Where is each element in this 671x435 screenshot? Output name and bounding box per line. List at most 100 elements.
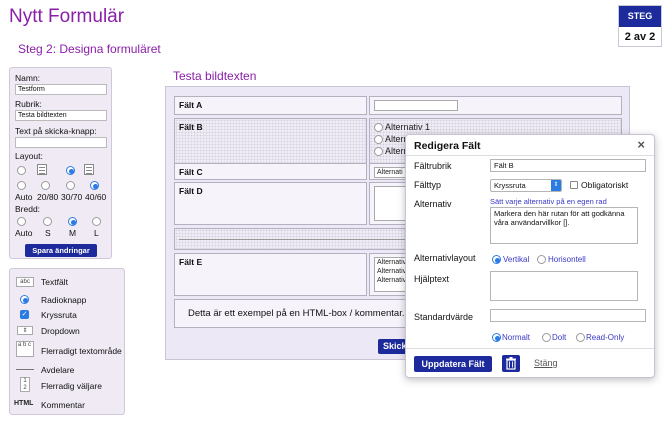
checkbox-icon[interactable]: ✓: [20, 310, 29, 319]
tool-radio[interactable]: Radioknapp: [41, 295, 86, 305]
tool-divider[interactable]: Avdelare: [41, 365, 74, 375]
divider-icon[interactable]: [16, 369, 34, 370]
field-title-label: Fältrubrik: [414, 161, 452, 171]
width-label: Bredd:: [15, 204, 41, 214]
layout-option-20-80: 20/80: [37, 192, 59, 202]
text-field-icon[interactable]: abc: [16, 277, 34, 287]
divider-line: [179, 239, 409, 240]
layout-radio-30-70[interactable]: [66, 181, 75, 190]
submit-text-label: Text på skicka-knapp:: [15, 126, 97, 136]
options-hint: Sätt varje alternativ på en egen rad: [490, 197, 607, 206]
close-icon[interactable]: ×: [637, 137, 645, 152]
width-option-l: L: [94, 228, 99, 238]
multi-select-icon[interactable]: 1 2: [20, 377, 30, 392]
field-toolbox: abc Textfält Radioknapp ✓ Kryssruta ⇕ Dr…: [9, 268, 125, 415]
visibility-readonly-radio[interactable]: [576, 333, 585, 342]
layout-radio-20-80[interactable]: [41, 181, 50, 190]
layout-vertical-radio[interactable]: [492, 255, 501, 264]
field-b-option-1: Alternativ 1: [385, 122, 431, 132]
tool-multiselect[interactable]: Flerradig väljare: [41, 381, 102, 391]
width-radio-m[interactable]: [68, 217, 77, 226]
step-title: Steg 2: Designa formuläret: [18, 42, 161, 56]
layout-option-40-60: 40/60: [85, 192, 107, 202]
dialog-footer: Uppdatera Fält Stäng: [406, 348, 654, 377]
app-title: Nytt Formulär: [9, 6, 125, 27]
options-textarea[interactable]: Markera den här rutan för att godkänna v…: [490, 207, 638, 244]
field-a-label[interactable]: Fält A: [174, 96, 367, 115]
field-b-radio-1[interactable]: [374, 123, 383, 132]
tool-textarea[interactable]: Flerradigt textområde: [41, 346, 122, 356]
form-settings-panel: Namn: Testform Rubrik: Testa bildtexten …: [9, 67, 112, 259]
name-input[interactable]: Testform: [15, 84, 107, 95]
required-label: Obligatoriskt: [581, 180, 629, 190]
field-c-label[interactable]: Fält C: [174, 163, 367, 180]
save-changes-button[interactable]: Spara ändringar: [25, 244, 97, 257]
visibility-normal-radio[interactable]: [492, 333, 501, 342]
radio-button-icon[interactable]: [20, 295, 29, 304]
heading-label: Rubrik:: [15, 99, 42, 109]
width-radio-l[interactable]: [92, 217, 101, 226]
width-radio-auto[interactable]: [17, 217, 26, 226]
dropdown-icon[interactable]: ⇕: [17, 326, 33, 335]
layout-option-30-70: 30/70: [61, 192, 83, 202]
layout-list-icon: [37, 164, 47, 175]
edit-field-dialog: Redigera Fält × Fältrubrik Fält B Fältty…: [405, 134, 655, 378]
step-badge-value: 2 av 2: [624, 31, 656, 43]
default-value-label: Standardvärde: [414, 312, 474, 322]
options-layout-label: Alternativlayout: [414, 253, 476, 263]
required-checkbox[interactable]: [570, 181, 578, 189]
field-type-label: Fälttyp: [414, 180, 442, 190]
tool-checkbox[interactable]: Kryssruta: [41, 310, 77, 320]
visibility-normal-label: Normalt: [502, 333, 531, 342]
tool-comment[interactable]: Kommentar: [41, 400, 85, 410]
chevron-down-icon[interactable]: ⇕: [551, 180, 561, 191]
default-value-input[interactable]: [490, 309, 646, 322]
layout-horizontal-label: Horisontell: [548, 255, 586, 264]
layout-horizontal-radio[interactable]: [537, 255, 546, 264]
trash-icon[interactable]: [502, 355, 520, 372]
tool-textfield[interactable]: Textfält: [41, 277, 68, 287]
submit-text-input[interactable]: [15, 137, 107, 148]
textarea-icon[interactable]: a b c: [16, 341, 34, 357]
name-label: Namn:: [15, 73, 41, 83]
width-option-s: S: [45, 228, 51, 238]
heading-input[interactable]: Testa bildtexten: [15, 110, 107, 121]
visibility-hidden-label: Dolt: [552, 333, 567, 342]
help-text-textarea[interactable]: [490, 271, 638, 301]
field-b-label[interactable]: Fält B: [174, 118, 367, 165]
options-label: Alternativ: [414, 199, 452, 209]
width-option-m: M: [69, 228, 77, 238]
form-preview-title: Testa bildtexten: [173, 69, 257, 83]
field-d-label[interactable]: Fält D: [174, 182, 367, 225]
dialog-title: Redigera Fält: [414, 140, 481, 152]
html-icon[interactable]: HTML: [14, 400, 33, 407]
layout-list-icon: [84, 164, 94, 175]
field-e-label[interactable]: Fält E: [174, 253, 367, 296]
width-option-auto: Auto: [15, 228, 33, 238]
layout-radio-auto-top[interactable]: [17, 166, 26, 175]
visibility-readonly-label: Read-Only: [586, 333, 625, 342]
html-comment-text: Detta är ett exempel på en HTML-box / ko…: [188, 308, 405, 319]
field-type-select[interactable]: Kryssruta ⇕: [490, 179, 562, 192]
dialog-header: Redigera Fält ×: [406, 135, 654, 156]
layout-radio-40-60[interactable]: [90, 181, 99, 190]
close-link[interactable]: Stäng: [534, 358, 558, 368]
visibility-hidden-radio[interactable]: [542, 333, 551, 342]
layout-label: Layout:: [15, 151, 43, 161]
field-title-input[interactable]: Fält B: [490, 159, 646, 172]
field-a-row[interactable]: [369, 96, 622, 115]
layout-option-auto: Auto: [15, 192, 33, 202]
layout-radio-30-70-top[interactable]: [66, 166, 75, 175]
tool-dropdown[interactable]: Dropdown: [41, 326, 80, 336]
layout-radio-auto[interactable]: [17, 181, 26, 190]
field-b-radio-2[interactable]: [374, 135, 383, 144]
help-text-label: Hjälptext: [414, 274, 450, 284]
layout-vertical-label: Vertikal: [503, 255, 530, 264]
width-radio-s[interactable]: [43, 217, 52, 226]
field-b-radio-3[interactable]: [374, 147, 383, 156]
update-field-button[interactable]: Uppdatera Fält: [414, 356, 492, 372]
step-badge: STEG 2 av 2: [618, 5, 662, 47]
field-a-input[interactable]: [374, 100, 458, 111]
step-badge-label: STEG: [619, 6, 661, 27]
field-type-value: Kryssruta: [494, 181, 526, 190]
